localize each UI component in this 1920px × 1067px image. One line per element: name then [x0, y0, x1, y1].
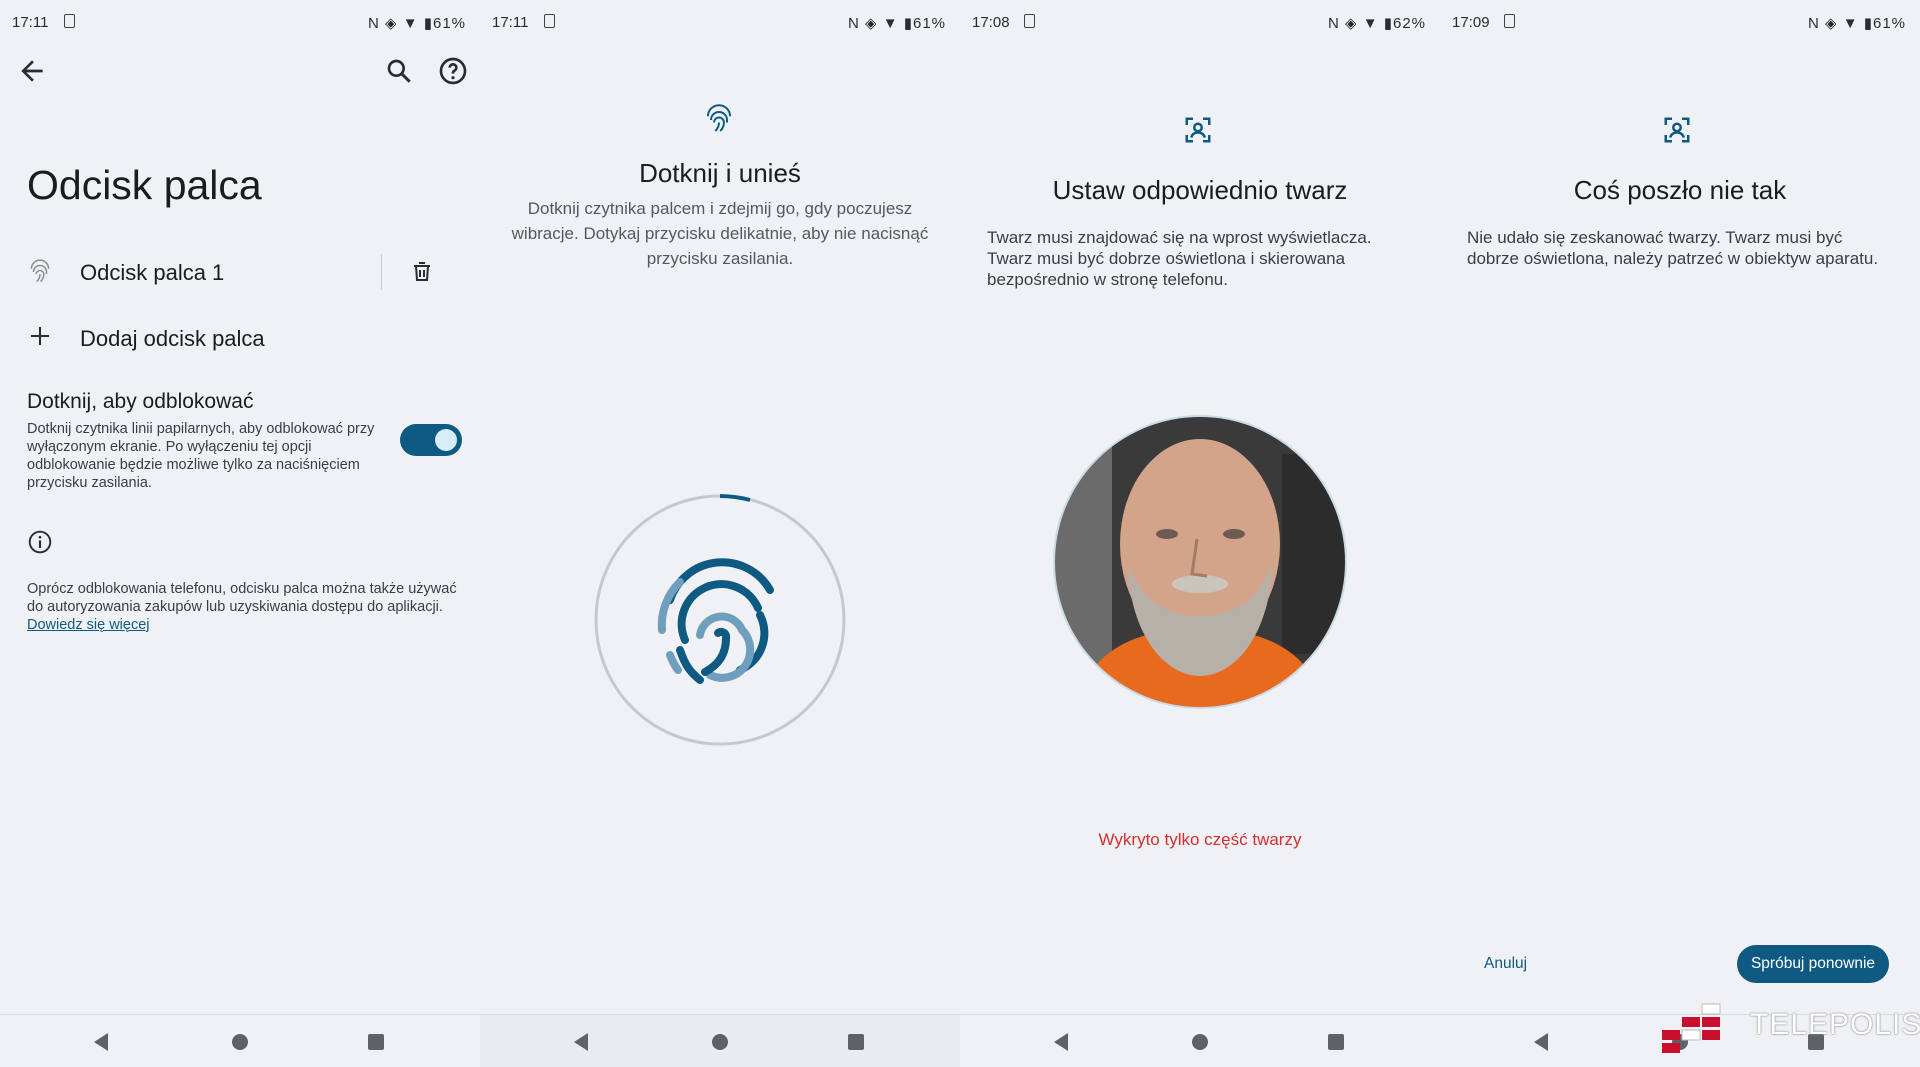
- navigation-bar: [0, 1014, 480, 1067]
- fingerprint-icon: [30, 259, 50, 283]
- sim-icon: [1024, 14, 1035, 28]
- delete-icon[interactable]: [410, 258, 434, 284]
- tap-to-unlock-title: Dotknij, aby odblokować: [27, 390, 254, 413]
- watermark-text: TELEPOLIS: [1750, 1008, 1920, 1041]
- search-icon[interactable]: [383, 55, 415, 87]
- status-bar: 17:08 N ◈ ▼ ▮62%: [972, 12, 1426, 32]
- face-title: Ustaw odpowiednio twarz: [1052, 175, 1348, 205]
- status-icons: N ◈ ▼ ▮61%: [848, 15, 946, 32]
- help-icon[interactable]: [437, 55, 469, 87]
- add-fingerprint-label: Dodaj odcisk palca: [80, 326, 265, 351]
- nav-back-icon[interactable]: [1534, 1033, 1548, 1051]
- fingerprint-header-icon: [706, 104, 732, 132]
- enroll-title: Dotknij i unieś: [639, 158, 801, 188]
- tap-to-unlock-description: Dotknij czytnika linii papilarnych, aby …: [27, 421, 375, 491]
- learn-more-link[interactable]: Dowiedz się więcej: [27, 617, 150, 633]
- status-icons: N ◈ ▼ ▮62%: [1328, 15, 1426, 32]
- status-time: 17:09: [1452, 14, 1490, 31]
- fingerprint-settings-screen: 17:11 N ◈ ▼ ▮61% Odcisk palca Odcisk pal…: [0, 0, 480, 1067]
- fingerprint-graphic-icon: [657, 558, 774, 684]
- fingerprint-item-label: Odcisk palca 1: [80, 260, 225, 285]
- status-time: 17:08: [972, 14, 1010, 31]
- nav-home-icon[interactable]: [232, 1034, 248, 1050]
- toggle-knob: [435, 429, 457, 451]
- status-icons: N ◈ ▼ ▮61%: [368, 15, 466, 32]
- face-scan-icon: [1664, 117, 1690, 143]
- status-bar: 17:09 N ◈ ▼ ▮61%: [1452, 12, 1906, 32]
- enroll-progress-ring: [594, 494, 846, 746]
- navigation-bar: [960, 1014, 1440, 1067]
- tap-to-unlock-toggle[interactable]: [400, 424, 462, 456]
- nav-recents-icon[interactable]: [368, 1034, 384, 1050]
- nav-home-icon[interactable]: [1192, 1034, 1208, 1050]
- face-error-screen: 17:09 N ◈ ▼ ▮61% Coś poszło nie tak Nie …: [1440, 0, 1920, 1067]
- navigation-bar: [480, 1014, 960, 1067]
- divider: [381, 254, 382, 290]
- retry-button[interactable]: Spróbuj ponownie: [1737, 945, 1889, 983]
- enroll-description: Dotknij czytnika palcem i zdejmij go, gd…: [511, 199, 929, 268]
- info-icon: [28, 530, 52, 554]
- nav-recents-icon[interactable]: [848, 1034, 864, 1050]
- info-body: Oprócz odblokowania telefonu, odcisku pa…: [27, 581, 457, 615]
- face-description: Twarz musi znajdować się na wprost wyświ…: [987, 228, 1372, 289]
- back-arrow-icon[interactable]: [16, 55, 48, 87]
- nav-home-icon[interactable]: [712, 1034, 728, 1050]
- info-text: Oprócz odblokowania telefonu, odcisku pa…: [27, 580, 457, 634]
- telepolis-watermark: TELEPOLIS: [1660, 998, 1920, 1058]
- face-error-message: Wykryto tylko część twarzy: [1098, 830, 1302, 849]
- status-bar: 17:11 N ◈ ▼ ▮61%: [12, 12, 466, 32]
- telepolis-logo-icon: [1662, 1003, 1721, 1053]
- nav-back-icon[interactable]: [94, 1033, 108, 1051]
- error-description: Nie udało się zeskanować twarzy. Twarz m…: [1467, 228, 1879, 268]
- sim-icon: [544, 14, 555, 28]
- page-title: Odcisk palca: [27, 162, 262, 208]
- status-icons: N ◈ ▼ ▮61%: [1808, 15, 1906, 32]
- status-bar: 17:11 N ◈ ▼ ▮61%: [492, 12, 946, 32]
- status-time: 17:11: [12, 14, 49, 31]
- status-time: 17:11: [492, 14, 529, 31]
- fingerprint-enroll-screen: 17:11 N ◈ ▼ ▮61% Dotknij i unieś Dotknij…: [480, 0, 960, 1067]
- nav-back-icon[interactable]: [574, 1033, 588, 1051]
- cancel-button[interactable]: Anuluj: [1484, 955, 1527, 973]
- face-enroll-screen: 17:08 N ◈ ▼ ▮62% Ustaw odpowiednio twarz…: [960, 0, 1440, 1067]
- sim-icon: [1504, 14, 1515, 28]
- nav-recents-icon[interactable]: [1328, 1034, 1344, 1050]
- camera-preview: [1053, 415, 1347, 709]
- face-scan-icon: [1185, 117, 1211, 143]
- error-title: Coś poszło nie tak: [1573, 175, 1787, 205]
- plus-icon: [31, 327, 49, 345]
- nav-back-icon[interactable]: [1054, 1033, 1068, 1051]
- sim-icon: [64, 14, 75, 28]
